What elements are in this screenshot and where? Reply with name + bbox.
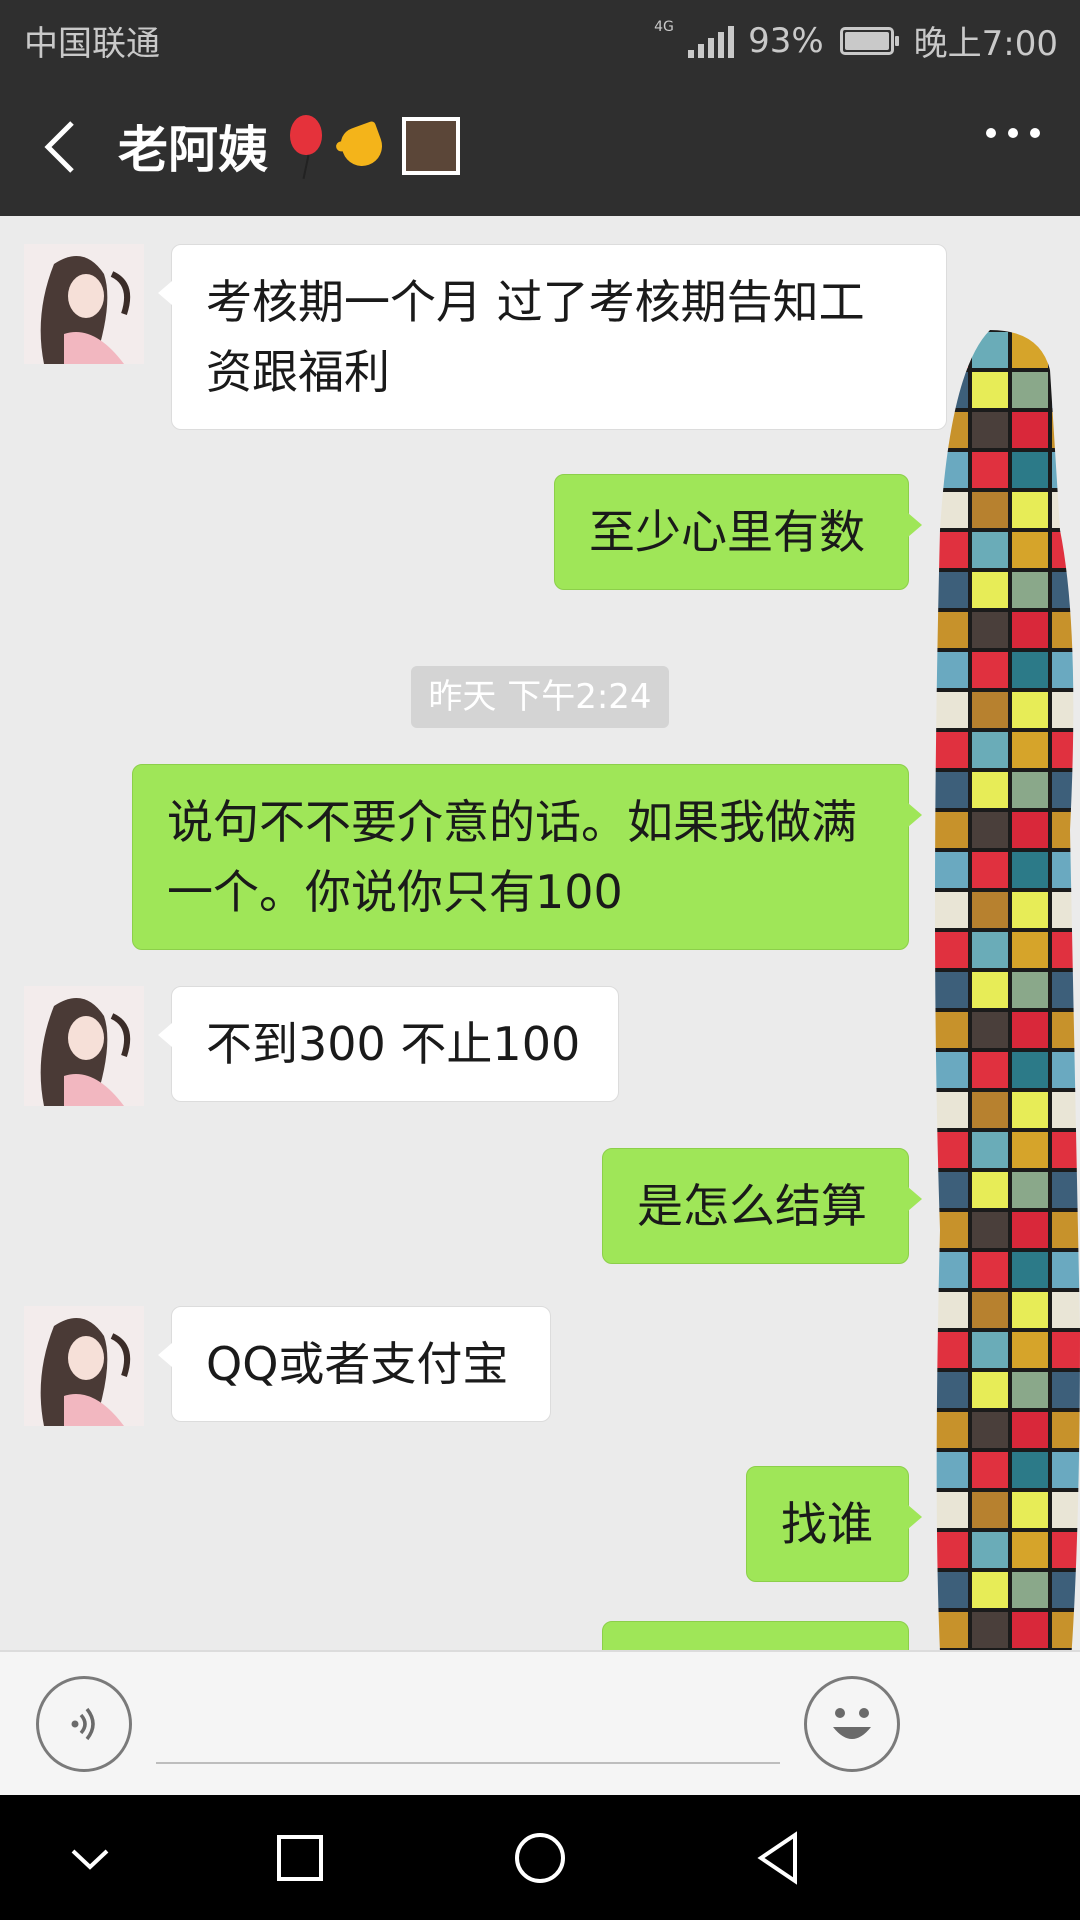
contact-avatar[interactable] — [24, 244, 144, 364]
message-text: 找谁 — [781, 1497, 873, 1551]
square-box-icon — [402, 117, 460, 175]
message-list[interactable]: 考核期一个月 过了考核期告知工 资跟福利 至少心里有数 昨天 下午2:24 说句… — [0, 216, 1080, 1650]
dot-icon — [1008, 128, 1018, 138]
message-text: 至少心里有数 — [589, 505, 865, 559]
message-bubble-outgoing[interactable]: 是怎么结算 — [602, 1148, 922, 1264]
back-arrow-icon — [44, 121, 74, 173]
message-bubble-outgoing-partial[interactable] — [602, 1621, 909, 1650]
square-icon — [277, 1835, 323, 1881]
circle-icon — [515, 1833, 565, 1883]
back-nav-button[interactable] — [745, 1823, 815, 1893]
mosaic-pattern-icon — [935, 330, 1080, 1780]
battery-icon — [839, 26, 899, 55]
input-bar — [0, 1650, 1080, 1795]
chat-header: 老阿姨 — [0, 76, 1080, 216]
chat-title: 老阿姨 — [118, 110, 460, 182]
clock: 晚上7:00 — [913, 24, 1058, 64]
signal-icon: 4G — [654, 20, 735, 58]
message-bubble-outgoing[interactable]: 找谁 — [746, 1466, 922, 1582]
network-type-label: 4G — [654, 18, 674, 35]
message-bubble-outgoing[interactable]: 至少心里有数 — [554, 474, 922, 590]
timestamp: 昨天 下午2:24 — [411, 666, 669, 728]
message-text: 是怎么结算 — [637, 1179, 867, 1233]
smiley-icon — [833, 1708, 871, 1739]
recent-apps-button[interactable] — [265, 1823, 335, 1893]
carrier-label: 中国联通 — [24, 24, 160, 64]
voice-toggle-button[interactable] — [36, 1676, 132, 1772]
home-button[interactable] — [505, 1823, 575, 1893]
status-bar: 中国联通 4G 93% 晚上7:00 — [0, 0, 1080, 76]
system-nav-bar — [0, 1795, 1080, 1920]
message-text: 说句不不要介意的话。如果我做满 — [167, 795, 857, 849]
battery-percent: 93% — [748, 20, 824, 61]
message-bubble-incoming[interactable]: 不到300 不止100 — [158, 986, 619, 1102]
contact-avatar[interactable] — [24, 986, 144, 1106]
hide-keyboard-button[interactable] — [55, 1823, 125, 1893]
censor-overlay — [930, 330, 1080, 1780]
avatar-illustration-icon — [24, 1306, 144, 1426]
chevron-down-icon — [71, 1849, 109, 1870]
balloon-icon — [286, 111, 326, 181]
message-text: 资跟福利 — [206, 345, 390, 399]
message-bubble-incoming[interactable]: 考核期一个月 过了考核期告知工 资跟福利 — [158, 244, 947, 430]
dot-icon — [986, 128, 996, 138]
message-text: 考核期一个月 过了考核期告知工 — [206, 275, 865, 329]
message-text: 一个。你说你只有100 — [167, 865, 623, 919]
message-bubble-incoming[interactable]: QQ或者支付宝 — [158, 1306, 551, 1422]
message-text: QQ或者支付宝 — [206, 1337, 509, 1391]
back-button[interactable] — [30, 111, 100, 181]
backhand-index-pointing-left-icon — [336, 118, 388, 174]
avatar-illustration-icon — [24, 986, 144, 1106]
contact-name: 老阿姨 — [118, 121, 268, 179]
voice-icon — [71, 1707, 95, 1741]
contact-avatar[interactable] — [24, 1306, 144, 1426]
message-input[interactable] — [156, 1684, 780, 1764]
dot-icon — [1030, 128, 1040, 138]
message-bubble-outgoing[interactable]: 说句不不要介意的话。如果我做满 一个。你说你只有100 — [132, 764, 922, 950]
triangle-back-icon — [757, 1831, 797, 1885]
emoji-button[interactable] — [804, 1676, 900, 1772]
more-options-button[interactable] — [986, 128, 1040, 138]
avatar-illustration-icon — [24, 244, 144, 364]
message-text: 不到300 不止100 — [206, 1017, 581, 1071]
